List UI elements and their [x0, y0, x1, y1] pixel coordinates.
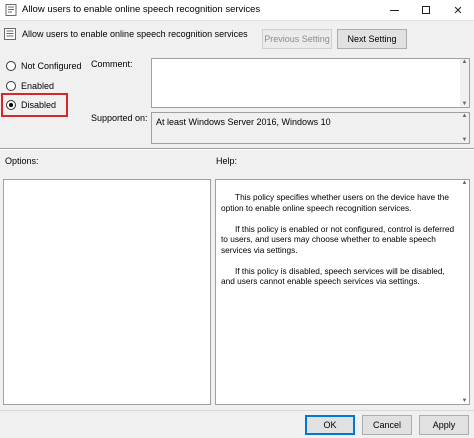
scroll-up-icon[interactable]: ▲ [462, 59, 468, 65]
supported-scrollbar[interactable]: ▲ ▼ [460, 113, 469, 143]
help-panel: This policy specifies whether users on t… [215, 179, 470, 405]
ok-button[interactable]: OK [305, 415, 355, 435]
help-text: This policy specifies whether users on t… [221, 192, 457, 297]
scroll-down-icon[interactable]: ▼ [462, 398, 468, 404]
cancel-button[interactable]: Cancel [362, 415, 412, 435]
close-button[interactable]: ✕ [442, 0, 474, 20]
scroll-down-icon[interactable]: ▼ [462, 101, 468, 107]
previous-setting-button[interactable]: Previous Setting [262, 29, 332, 49]
apply-button[interactable]: Apply [419, 415, 469, 435]
next-setting-button[interactable]: Next Setting [337, 29, 407, 49]
scroll-up-icon[interactable]: ▲ [462, 113, 468, 119]
disabled-highlight-box [1, 93, 68, 117]
comment-label: Comment: [91, 59, 133, 69]
close-icon: ✕ [453, 4, 463, 17]
maximize-button[interactable] [410, 0, 442, 20]
radio-not-configured-circle[interactable] [6, 61, 16, 71]
radio-enabled-label: Enabled [21, 81, 55, 91]
help-paragraph: If this policy is enabled or not configu… [221, 223, 455, 255]
radio-enabled[interactable]: Enabled [6, 79, 54, 93]
scroll-down-icon[interactable]: ▼ [462, 137, 468, 143]
radio-not-configured[interactable]: Not Configured [6, 59, 82, 73]
comment-scrollbar[interactable]: ▲ ▼ [460, 59, 469, 107]
policy-app-icon [5, 4, 17, 16]
options-label: Options: [5, 156, 39, 166]
minimize-button[interactable] [378, 0, 410, 20]
supported-on-value: At least Windows Server 2016, Windows 10 [156, 117, 331, 127]
minimize-icon [389, 9, 399, 11]
footer-separator [0, 410, 474, 411]
radio-enabled-circle[interactable] [6, 81, 16, 91]
maximize-icon [422, 6, 430, 14]
supported-on-label: Supported on: [91, 113, 148, 123]
comment-textarea[interactable]: ▲ ▼ [151, 58, 470, 108]
policy-name: Allow users to enable online speech reco… [22, 29, 248, 39]
policy-setting-icon [4, 28, 16, 40]
window-title: Allow users to enable online speech reco… [22, 4, 261, 15]
help-scrollbar[interactable]: ▲ ▼ [460, 180, 469, 404]
scroll-up-icon[interactable]: ▲ [462, 180, 468, 186]
options-panel [3, 179, 211, 405]
radio-not-configured-label: Not Configured [21, 61, 82, 71]
section-divider [0, 148, 474, 150]
help-label: Help: [216, 156, 238, 166]
help-paragraph: If this policy is disabled, speech servi… [221, 265, 445, 287]
help-paragraph: This policy specifies whether users on t… [221, 192, 449, 213]
title-bar: Allow users to enable online speech reco… [0, 0, 474, 21]
supported-on-field: At least Windows Server 2016, Windows 10… [151, 112, 470, 144]
